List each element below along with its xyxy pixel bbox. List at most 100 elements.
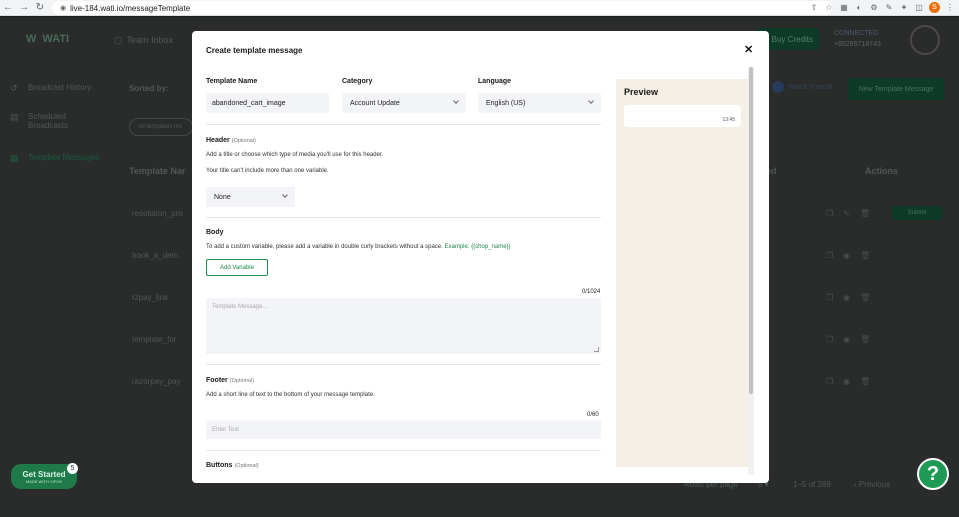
bookmark-star-icon[interactable]: ☆ bbox=[824, 3, 834, 13]
delete-icon[interactable]: 🗑 bbox=[860, 209, 870, 218]
column-header-name: Template Nar bbox=[129, 166, 186, 176]
copy-icon[interactable]: ❐ bbox=[826, 293, 833, 302]
sort-label: Sorted by: bbox=[129, 84, 169, 93]
back-icon[interactable]: ← bbox=[0, 0, 16, 16]
chevron-down-icon bbox=[282, 192, 288, 198]
body-section-title: Body bbox=[206, 229, 224, 236]
puzzle-icon[interactable]: ✦ bbox=[899, 3, 909, 13]
footer-help-text: Add a short line of text to the bottom o… bbox=[206, 392, 375, 398]
row-actions: ❐ ◉ 🗑 bbox=[826, 251, 870, 260]
copy-icon[interactable]: ❐ bbox=[826, 377, 833, 386]
lock-icon: ◉ bbox=[60, 5, 67, 12]
sidebar-icon[interactable]: ◫ bbox=[914, 3, 924, 13]
footer-section-title: Footer (Optional) bbox=[206, 377, 254, 384]
table-row[interactable]: book_a_dem bbox=[132, 251, 178, 260]
preview-time: 13:45 bbox=[722, 117, 735, 123]
get-started-badge: 5 bbox=[67, 463, 78, 474]
reload-icon[interactable]: ↻ bbox=[32, 0, 48, 16]
forward-icon[interactable]: → bbox=[16, 0, 32, 16]
resize-handle[interactable] bbox=[594, 347, 599, 352]
preview-panel: Preview 13:45 bbox=[616, 79, 753, 467]
connection-status: CONNECTED bbox=[834, 30, 879, 37]
copy-icon[interactable]: ❐ bbox=[826, 209, 833, 218]
header-variable-note: Your title can't include more than one v… bbox=[206, 168, 329, 174]
copy-icon[interactable]: ❐ bbox=[826, 335, 833, 344]
footer-char-counter: 0/60 bbox=[587, 412, 599, 418]
delete-icon[interactable]: 🗑 bbox=[860, 251, 870, 260]
chevron-down-icon bbox=[588, 98, 594, 104]
view-icon[interactable]: ◉ bbox=[843, 377, 850, 386]
browser-toolbar: ← → ↻ ◉ live-184.wati.io/messageTemplate… bbox=[0, 0, 959, 16]
extension-icon[interactable]: ◐ bbox=[854, 3, 864, 13]
extension-icon[interactable]: ▦ bbox=[839, 3, 849, 13]
add-variable-button[interactable]: Add Variable bbox=[206, 259, 268, 276]
previous-page-button[interactable]: ‹ Previous bbox=[854, 480, 890, 489]
address-bar[interactable]: ◉ live-184.wati.io/messageTemplate bbox=[52, 1, 832, 15]
preview-title: Preview bbox=[624, 87, 659, 97]
body-char-counter: 0/1024 bbox=[582, 289, 601, 295]
divider bbox=[206, 124, 601, 125]
calendar-icon: ▤ bbox=[10, 112, 19, 122]
divider bbox=[206, 450, 601, 451]
edit-icon[interactable]: ✎ bbox=[843, 209, 850, 218]
menu-icon[interactable]: ⋮ bbox=[945, 3, 955, 13]
help-icon[interactable]: ? bbox=[917, 458, 949, 490]
row-actions: ❐ ✎ 🗑 bbox=[826, 209, 870, 218]
extension-icon[interactable]: ✎ bbox=[884, 3, 894, 13]
play-icon bbox=[772, 81, 784, 93]
watch-tutorial-link[interactable]: Watch Tutorial bbox=[772, 81, 832, 93]
category-label: Category bbox=[342, 78, 373, 85]
wati-logo[interactable]: W WATI bbox=[26, 33, 69, 45]
header-help-text: Add a title or choose which type of medi… bbox=[206, 152, 384, 158]
view-icon[interactable]: ◉ bbox=[843, 293, 850, 302]
divider bbox=[206, 217, 601, 218]
buttons-section-title: Buttons (Optional) bbox=[206, 462, 259, 469]
header-type-select[interactable]: None bbox=[206, 187, 295, 207]
table-row[interactable]: resolution_pro bbox=[132, 209, 183, 218]
copy-icon[interactable]: ❐ bbox=[826, 251, 833, 260]
profile-avatar[interactable]: S bbox=[929, 2, 940, 13]
share-icon[interactable]: ⇧ bbox=[809, 3, 819, 13]
footer-input[interactable]: Enter Text bbox=[206, 420, 601, 439]
category-select[interactable]: Account Update bbox=[342, 93, 466, 113]
create-template-modal: Create template message ✕ Template Name … bbox=[192, 31, 769, 483]
user-avatar[interactable] bbox=[910, 25, 940, 55]
modal-scrollbar-thumb[interactable] bbox=[749, 67, 753, 394]
template-filter-chip[interactable]: All templates mo bbox=[129, 118, 193, 136]
row-actions: ❐ ◉ 🗑 bbox=[826, 335, 870, 344]
template-icon: ▦ bbox=[10, 153, 19, 163]
modal-title: Create template message bbox=[206, 46, 303, 55]
wati-logo-icon: W bbox=[26, 33, 37, 45]
chevron-down-icon bbox=[453, 98, 459, 104]
nav-team-inbox[interactable]: ▢ Team Inbox bbox=[114, 35, 173, 46]
delete-icon[interactable]: 🗑 bbox=[860, 377, 870, 386]
column-header-actions: Actions bbox=[865, 166, 899, 176]
header-section-title: Header (Optional) bbox=[206, 137, 256, 144]
extension-icon[interactable]: ⚙ bbox=[869, 3, 879, 13]
view-icon[interactable]: ◉ bbox=[843, 251, 850, 260]
sidebar-item-scheduled-broadcasts[interactable]: ▤ Scheduled Broadcasts bbox=[10, 112, 88, 130]
delete-icon[interactable]: 🗑 bbox=[860, 293, 870, 302]
template-name-input[interactable]: abandoned_cart_image bbox=[206, 93, 329, 113]
sidebar-item-broadcast-history[interactable]: ↺ Broadcast History bbox=[10, 83, 91, 93]
table-row[interactable]: template_for bbox=[132, 335, 176, 344]
divider bbox=[206, 364, 601, 365]
row-actions: ❐ ◉ 🗑 bbox=[826, 377, 870, 386]
table-row[interactable]: razorpay_pay bbox=[132, 377, 180, 386]
template-name-label: Template Name bbox=[206, 78, 258, 85]
row-actions: ❐ ◉ 🗑 bbox=[826, 293, 870, 302]
delete-icon[interactable]: 🗑 bbox=[860, 335, 870, 344]
close-icon[interactable]: ✕ bbox=[744, 45, 753, 56]
url-text: live-184.wati.io/messageTemplate bbox=[70, 3, 191, 13]
view-icon[interactable]: ◉ bbox=[843, 335, 850, 344]
submit-button[interactable]: Submit bbox=[892, 206, 942, 220]
new-template-button[interactable]: New Template Message bbox=[848, 78, 944, 100]
sidebar-item-template-messages[interactable]: ▦ Template Messages bbox=[10, 153, 99, 163]
language-label: Language bbox=[478, 78, 512, 85]
history-icon: ↺ bbox=[10, 83, 18, 93]
body-help-text: To add a custom variable, please add a v… bbox=[206, 244, 511, 250]
language-select[interactable]: English (US) bbox=[478, 93, 601, 113]
phone-number: +85265718743 bbox=[834, 41, 881, 48]
table-row[interactable]: rzpay_link bbox=[132, 293, 168, 302]
body-textarea[interactable]: Template Message... bbox=[206, 298, 601, 354]
